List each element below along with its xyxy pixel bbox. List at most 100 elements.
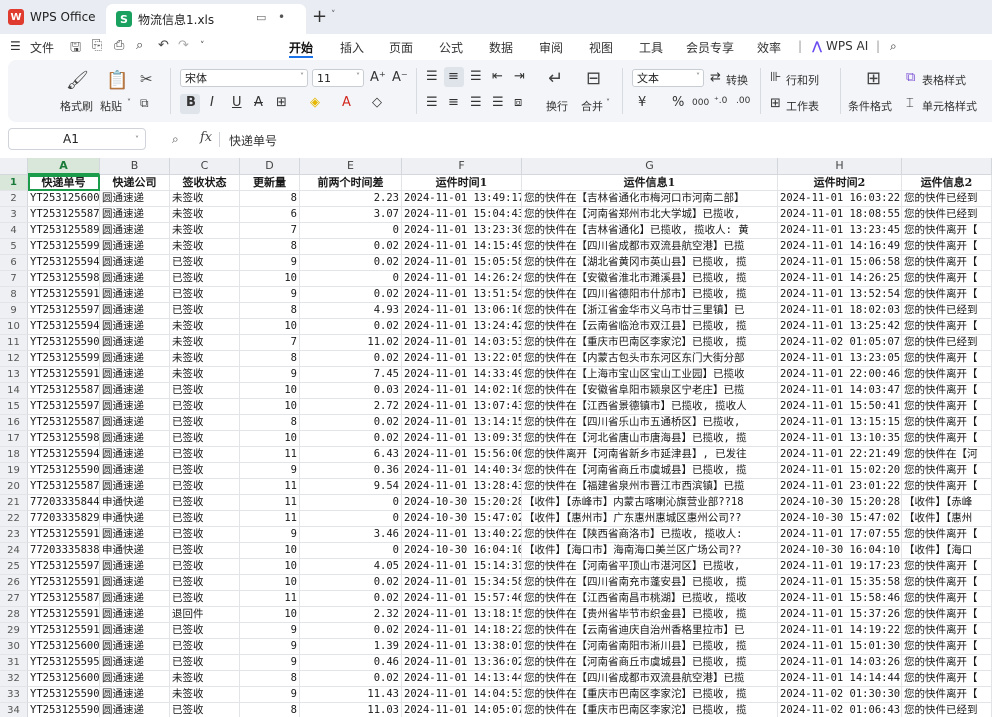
wrap-text-button[interactable]: 换行	[546, 98, 568, 114]
tab-page[interactable]: 页面	[389, 39, 413, 56]
table-cell[interactable]: 2024-11-01 13:36:02	[402, 655, 522, 671]
table-cell[interactable]: 9	[240, 639, 300, 655]
table-cell[interactable]: YT253125600	[28, 671, 100, 687]
table-cell[interactable]: 您的快件离开【	[902, 383, 992, 399]
currency-button[interactable]: ¥	[638, 95, 646, 110]
table-cell[interactable]: 8	[240, 239, 300, 255]
table-cell[interactable]: 0.03	[300, 383, 402, 399]
column-header-f[interactable]: F	[402, 158, 522, 175]
table-cell[interactable]: 2024-11-01 18:08:55	[778, 207, 902, 223]
header-cell[interactable]: 更新量	[240, 175, 300, 191]
align-top-icon[interactable]: ☰	[426, 69, 438, 84]
row-header[interactable]: 10	[0, 319, 28, 335]
table-cell[interactable]: 您的快件在【福建省泉州市晋江市西滨镇】已揽	[522, 479, 778, 495]
table-cell[interactable]: 您的快件离开【	[902, 463, 992, 479]
justify-icon[interactable]: ☰	[492, 95, 504, 110]
paste-icon[interactable]: 📋	[106, 70, 128, 91]
tab-insert[interactable]: 插入	[340, 39, 364, 56]
export-pdf-icon[interactable]: ⎘	[92, 38, 102, 53]
table-cell[interactable]: 2024-10-30 15:20:28	[778, 495, 902, 511]
table-cell[interactable]: 圆通速递	[100, 527, 170, 543]
table-cell[interactable]: 您的快件在【四川省南充市蓬安县】已揽收, 揽	[522, 575, 778, 591]
table-cell[interactable]: 2024-11-01 13:38:01	[402, 639, 522, 655]
table-cell[interactable]: YT253125599	[28, 239, 100, 255]
table-cell[interactable]: 已签收	[170, 591, 240, 607]
row-header[interactable]: 15	[0, 399, 28, 415]
table-cell[interactable]: 已签收	[170, 415, 240, 431]
print-icon[interactable]: ⎙	[114, 38, 124, 53]
table-cell[interactable]: 您的快件离开【	[902, 559, 992, 575]
align-middle-icon[interactable]: ≡	[448, 69, 459, 84]
table-cell[interactable]: 【收件】【海口	[902, 543, 992, 559]
table-cell[interactable]: 未签收	[170, 239, 240, 255]
table-cell[interactable]: 2024-11-01 14:03:47	[778, 383, 902, 399]
table-cell[interactable]: 2024-10-30 15:47:02	[778, 511, 902, 527]
table-cell[interactable]: 0.02	[300, 255, 402, 271]
table-cell[interactable]: 2024-11-01 14:05:07	[402, 703, 522, 717]
row-header[interactable]: 28	[0, 607, 28, 623]
select-all-corner[interactable]	[0, 158, 28, 175]
table-cell[interactable]: 2024-10-30 15:47:02	[402, 511, 522, 527]
table-cell[interactable]: YT253125599	[28, 351, 100, 367]
table-cell[interactable]: 2024-11-01 14:40:34	[402, 463, 522, 479]
table-cell[interactable]: 您的快件离开【	[902, 431, 992, 447]
table-cell[interactable]: YT253125595	[28, 655, 100, 671]
table-cell[interactable]: 2024-11-01 22:00:46	[778, 367, 902, 383]
table-cell[interactable]: 已签收	[170, 399, 240, 415]
table-cell[interactable]: 2024-11-01 14:03:53	[402, 335, 522, 351]
column-header-c[interactable]: C	[170, 158, 240, 175]
worksheet-icon[interactable]: ⊞	[770, 96, 781, 111]
table-cell[interactable]: 2024-11-01 15:14:31	[402, 559, 522, 575]
table-cell[interactable]: 您的快件在【河北省唐山市唐海县】已揽收, 揽	[522, 431, 778, 447]
row-header[interactable]: 17	[0, 431, 28, 447]
table-cell[interactable]: 2024-11-01 15:06:58	[778, 255, 902, 271]
font-color-icon[interactable]: A	[342, 95, 351, 110]
merge-cells-button[interactable]: 合并	[581, 98, 603, 114]
column-header-i[interactable]	[902, 158, 992, 175]
table-cell[interactable]: YT253125600	[28, 191, 100, 207]
column-header-d[interactable]: D	[240, 158, 300, 175]
row-header[interactable]: 26	[0, 575, 28, 591]
table-cell[interactable]: 您的快件离开【	[902, 239, 992, 255]
table-cell[interactable]: 您的快件离开【	[902, 575, 992, 591]
table-cell[interactable]: 已签收	[170, 495, 240, 511]
align-right-icon[interactable]: ☰	[470, 95, 482, 110]
table-cell[interactable]: 77203335829	[28, 511, 100, 527]
table-cell[interactable]: 11.02	[300, 335, 402, 351]
table-cell[interactable]: 2024-11-01 13:49:17	[402, 191, 522, 207]
table-cell[interactable]: 您的快件在【云南省迪庆自治州香格里拉市】已	[522, 623, 778, 639]
row-header[interactable]: 20	[0, 479, 28, 495]
table-cell[interactable]: 未签收	[170, 351, 240, 367]
row-header[interactable]: 16	[0, 415, 28, 431]
table-cell[interactable]: YT253125591	[28, 527, 100, 543]
table-cell[interactable]: 您的快件在【安徽省阜阳市颍泉区宁老庄】已揽	[522, 383, 778, 399]
table-cell[interactable]: 2024-11-01 14:14:44	[778, 671, 902, 687]
table-cell[interactable]: 【收件】【赤峰市】内蒙古喀喇沁旗营业部??18	[522, 495, 778, 511]
table-cell[interactable]: 8	[240, 303, 300, 319]
table-cell[interactable]: 圆通速递	[100, 191, 170, 207]
table-cell[interactable]: YT253125587	[28, 479, 100, 495]
table-cell[interactable]: 2024-11-01 13:10:35	[778, 431, 902, 447]
table-cell[interactable]: 0.02	[300, 415, 402, 431]
table-cell[interactable]: 9	[240, 623, 300, 639]
table-cell[interactable]: 9	[240, 287, 300, 303]
row-header[interactable]: 4	[0, 223, 28, 239]
table-cell[interactable]: 您的快件已经到	[902, 207, 992, 223]
row-header[interactable]: 21	[0, 495, 28, 511]
table-cell[interactable]: 11	[240, 479, 300, 495]
table-cell[interactable]: 已签收	[170, 479, 240, 495]
table-cell[interactable]: 圆通速递	[100, 655, 170, 671]
strikethrough-button[interactable]: A	[254, 95, 263, 110]
table-cell[interactable]: 圆通速递	[100, 559, 170, 575]
formula-input[interactable]: 快递单号	[229, 132, 277, 149]
table-cell[interactable]: 圆通速递	[100, 431, 170, 447]
row-header[interactable]: 13	[0, 367, 28, 383]
table-cell[interactable]: 0	[300, 511, 402, 527]
table-cell[interactable]: 您的快件离开【	[902, 479, 992, 495]
header-cell[interactable]: 签收状态	[170, 175, 240, 191]
table-cell[interactable]: 已签收	[170, 303, 240, 319]
table-cell[interactable]: 您的快件已经到	[902, 191, 992, 207]
row-header[interactable]: 31	[0, 655, 28, 671]
table-cell[interactable]: 您的快件在【贵州省毕节市织金县】已揽收, 揽	[522, 607, 778, 623]
table-cell[interactable]: YT253125590	[28, 687, 100, 703]
